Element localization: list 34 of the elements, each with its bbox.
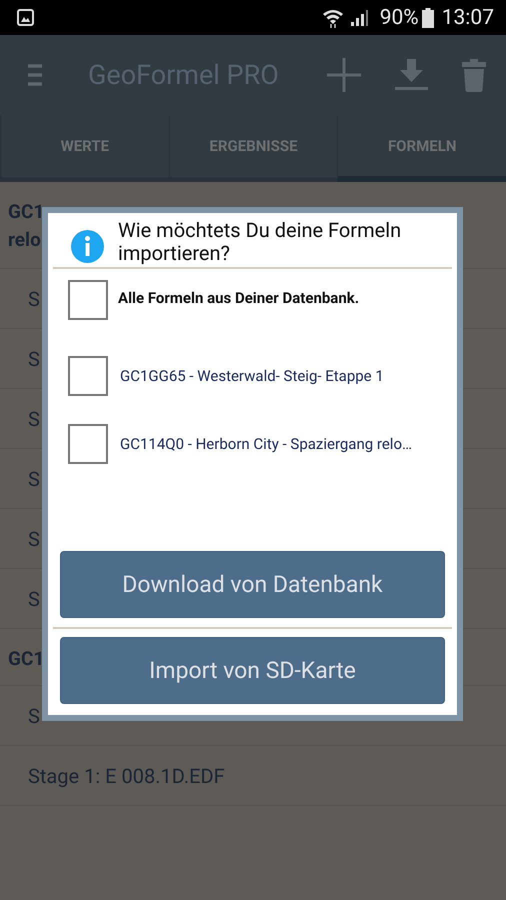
- list-item-text: S: [28, 346, 40, 370]
- import-button[interactable]: Import von SD-Karte: [60, 637, 445, 704]
- dialog-title: Wie möchtets Du deine Formeln importieren?: [118, 219, 402, 265]
- signal-icon: [350, 8, 368, 26]
- clock: 13:07: [442, 6, 494, 30]
- list-heading: GC1: [8, 199, 44, 225]
- tab[interactable]: FORMELN: [337, 115, 506, 182]
- option-label: GC114Q0 - Herborn City - Spaziergang relo…: [120, 435, 412, 453]
- tab[interactable]: WERTE: [0, 115, 169, 182]
- list-item-text: S: [28, 286, 40, 310]
- list-item-text: S: [28, 586, 40, 610]
- battery-icon: [422, 8, 434, 28]
- list-heading: GC1: [8, 646, 44, 672]
- add-icon[interactable]: [327, 58, 361, 92]
- info-icon: [71, 230, 104, 263]
- download-button[interactable]: Download von Datenbank: [60, 551, 445, 618]
- trash-icon[interactable]: [462, 58, 486, 92]
- list-heading: relo: [8, 227, 41, 253]
- picture-icon: [17, 9, 34, 26]
- list-item-text: S: [28, 406, 40, 430]
- checkbox[interactable]: [68, 356, 108, 396]
- wifi-icon: [322, 8, 344, 28]
- list-item-text: S: [28, 526, 40, 550]
- battery-percent: 90%: [380, 6, 419, 30]
- checkbox[interactable]: [68, 424, 108, 464]
- option-label: Alle Formeln aus Deiner Datenbank.: [118, 289, 360, 307]
- list-item-text: Stage 1: E 008.1D.EDF: [28, 764, 225, 788]
- option-label: GC1GG65 - Westerwald- Steig- Etappe 1: [120, 367, 384, 385]
- menu-icon[interactable]: [28, 64, 42, 86]
- list-item-text: S: [28, 704, 40, 728]
- download-icon[interactable]: [395, 59, 428, 91]
- tab[interactable]: ERGEBNISSE: [168, 115, 338, 182]
- checkbox[interactable]: [68, 280, 108, 320]
- list-item-text: S: [28, 466, 40, 490]
